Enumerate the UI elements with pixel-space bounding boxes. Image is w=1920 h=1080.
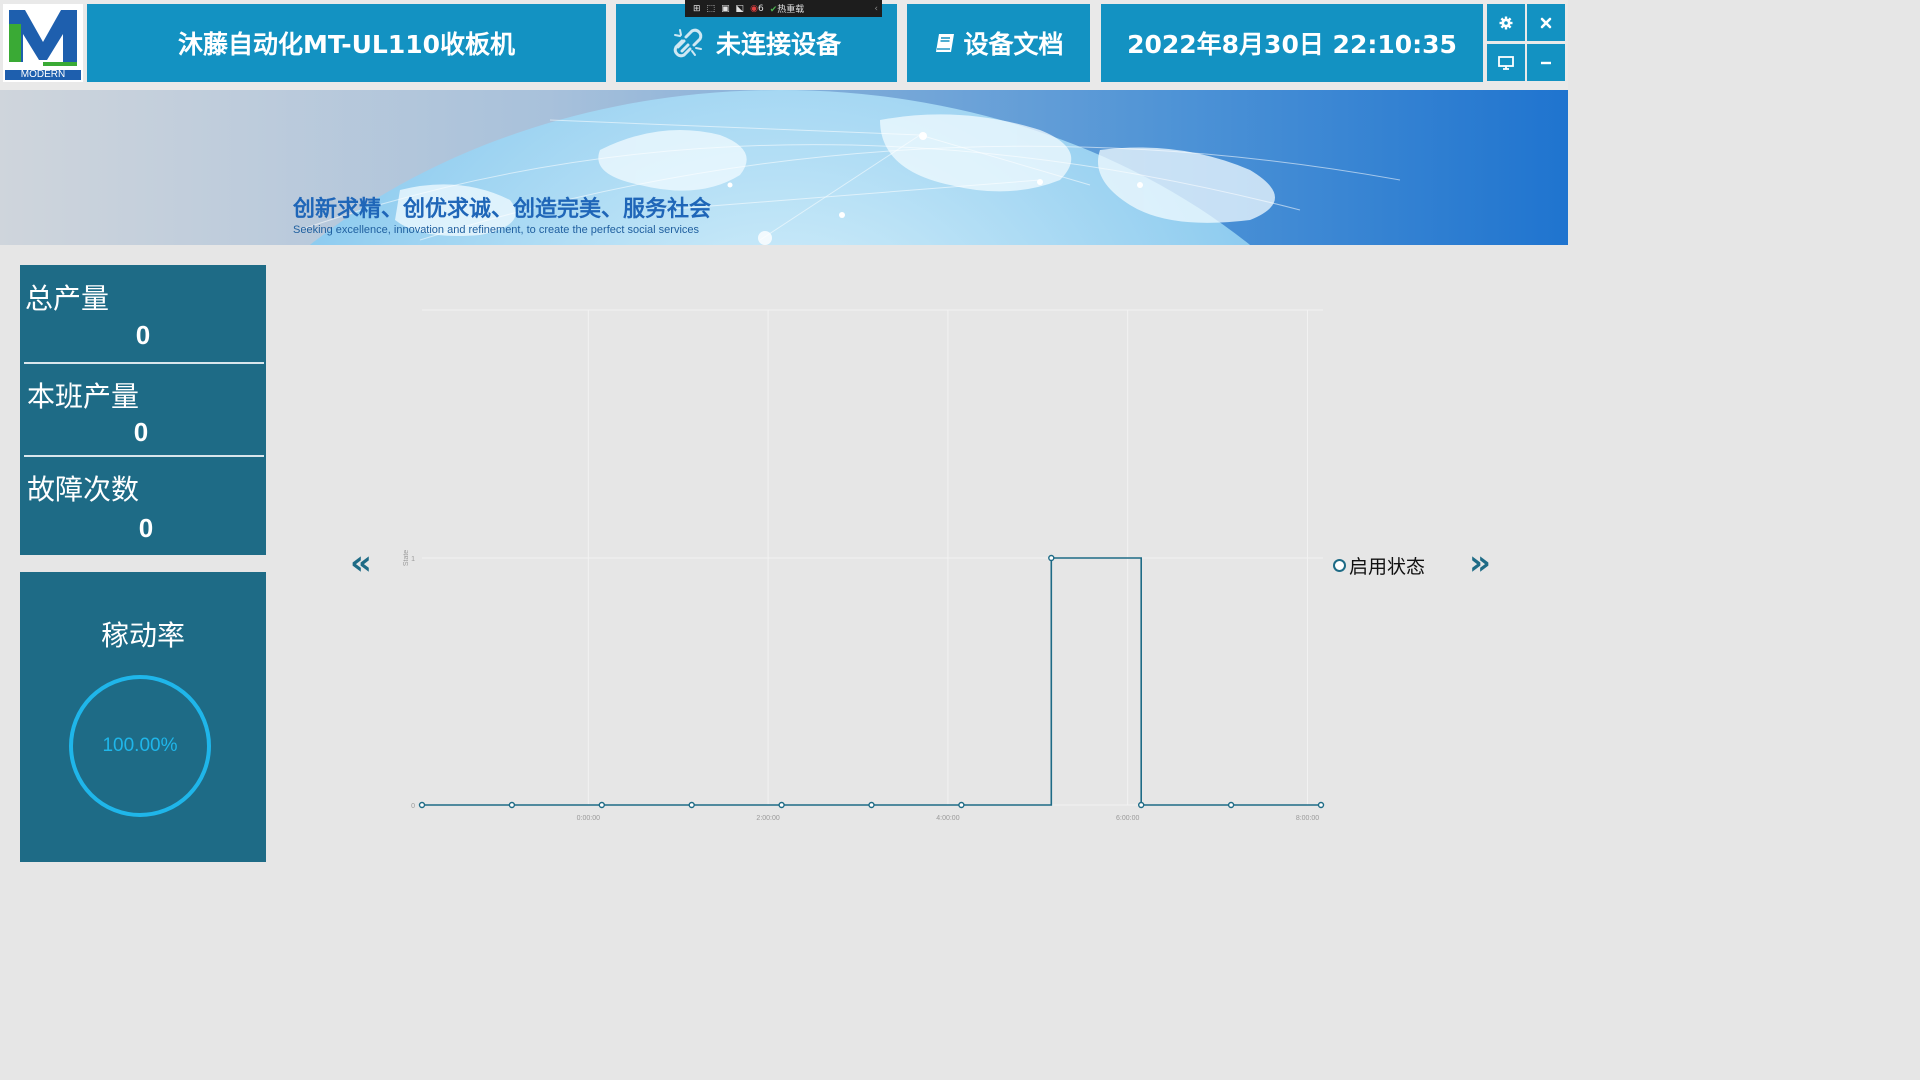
data-point [868, 801, 875, 809]
y-tick-label: 0 [411, 803, 415, 810]
data-point [1317, 801, 1325, 809]
data-point [508, 801, 516, 809]
x-tick-label: 6:00:00 [1116, 815, 1139, 822]
data-point [1227, 801, 1235, 809]
y-tick-label: 1 [411, 556, 415, 563]
data-point [958, 801, 965, 809]
data-point [778, 801, 785, 809]
data-point [598, 801, 605, 809]
state-chart: 0 1 0:00:00 2:00:00 4:00:00 6:00:00 8:00:00 Sta… [403, 309, 1325, 822]
data-point [418, 801, 426, 809]
chart-ticks: 0 1 0:00:00 2:00:00 4:00:00 6:00:00 8:00:00 Sta… [403, 550, 1319, 822]
chart-grid [422, 309, 1323, 806]
data-point [1048, 554, 1055, 562]
y-axis-label: State [403, 550, 410, 566]
series-points [418, 554, 1325, 809]
x-tick-label: 2:00:00 [756, 815, 779, 822]
x-tick-label: 4:00:00 [936, 815, 959, 822]
x-tick-label: 8:00:00 [1296, 815, 1319, 822]
data-point [1137, 801, 1145, 809]
data-point [688, 801, 695, 809]
series-line [422, 557, 1321, 806]
x-tick-label: 0:00:00 [577, 815, 600, 822]
